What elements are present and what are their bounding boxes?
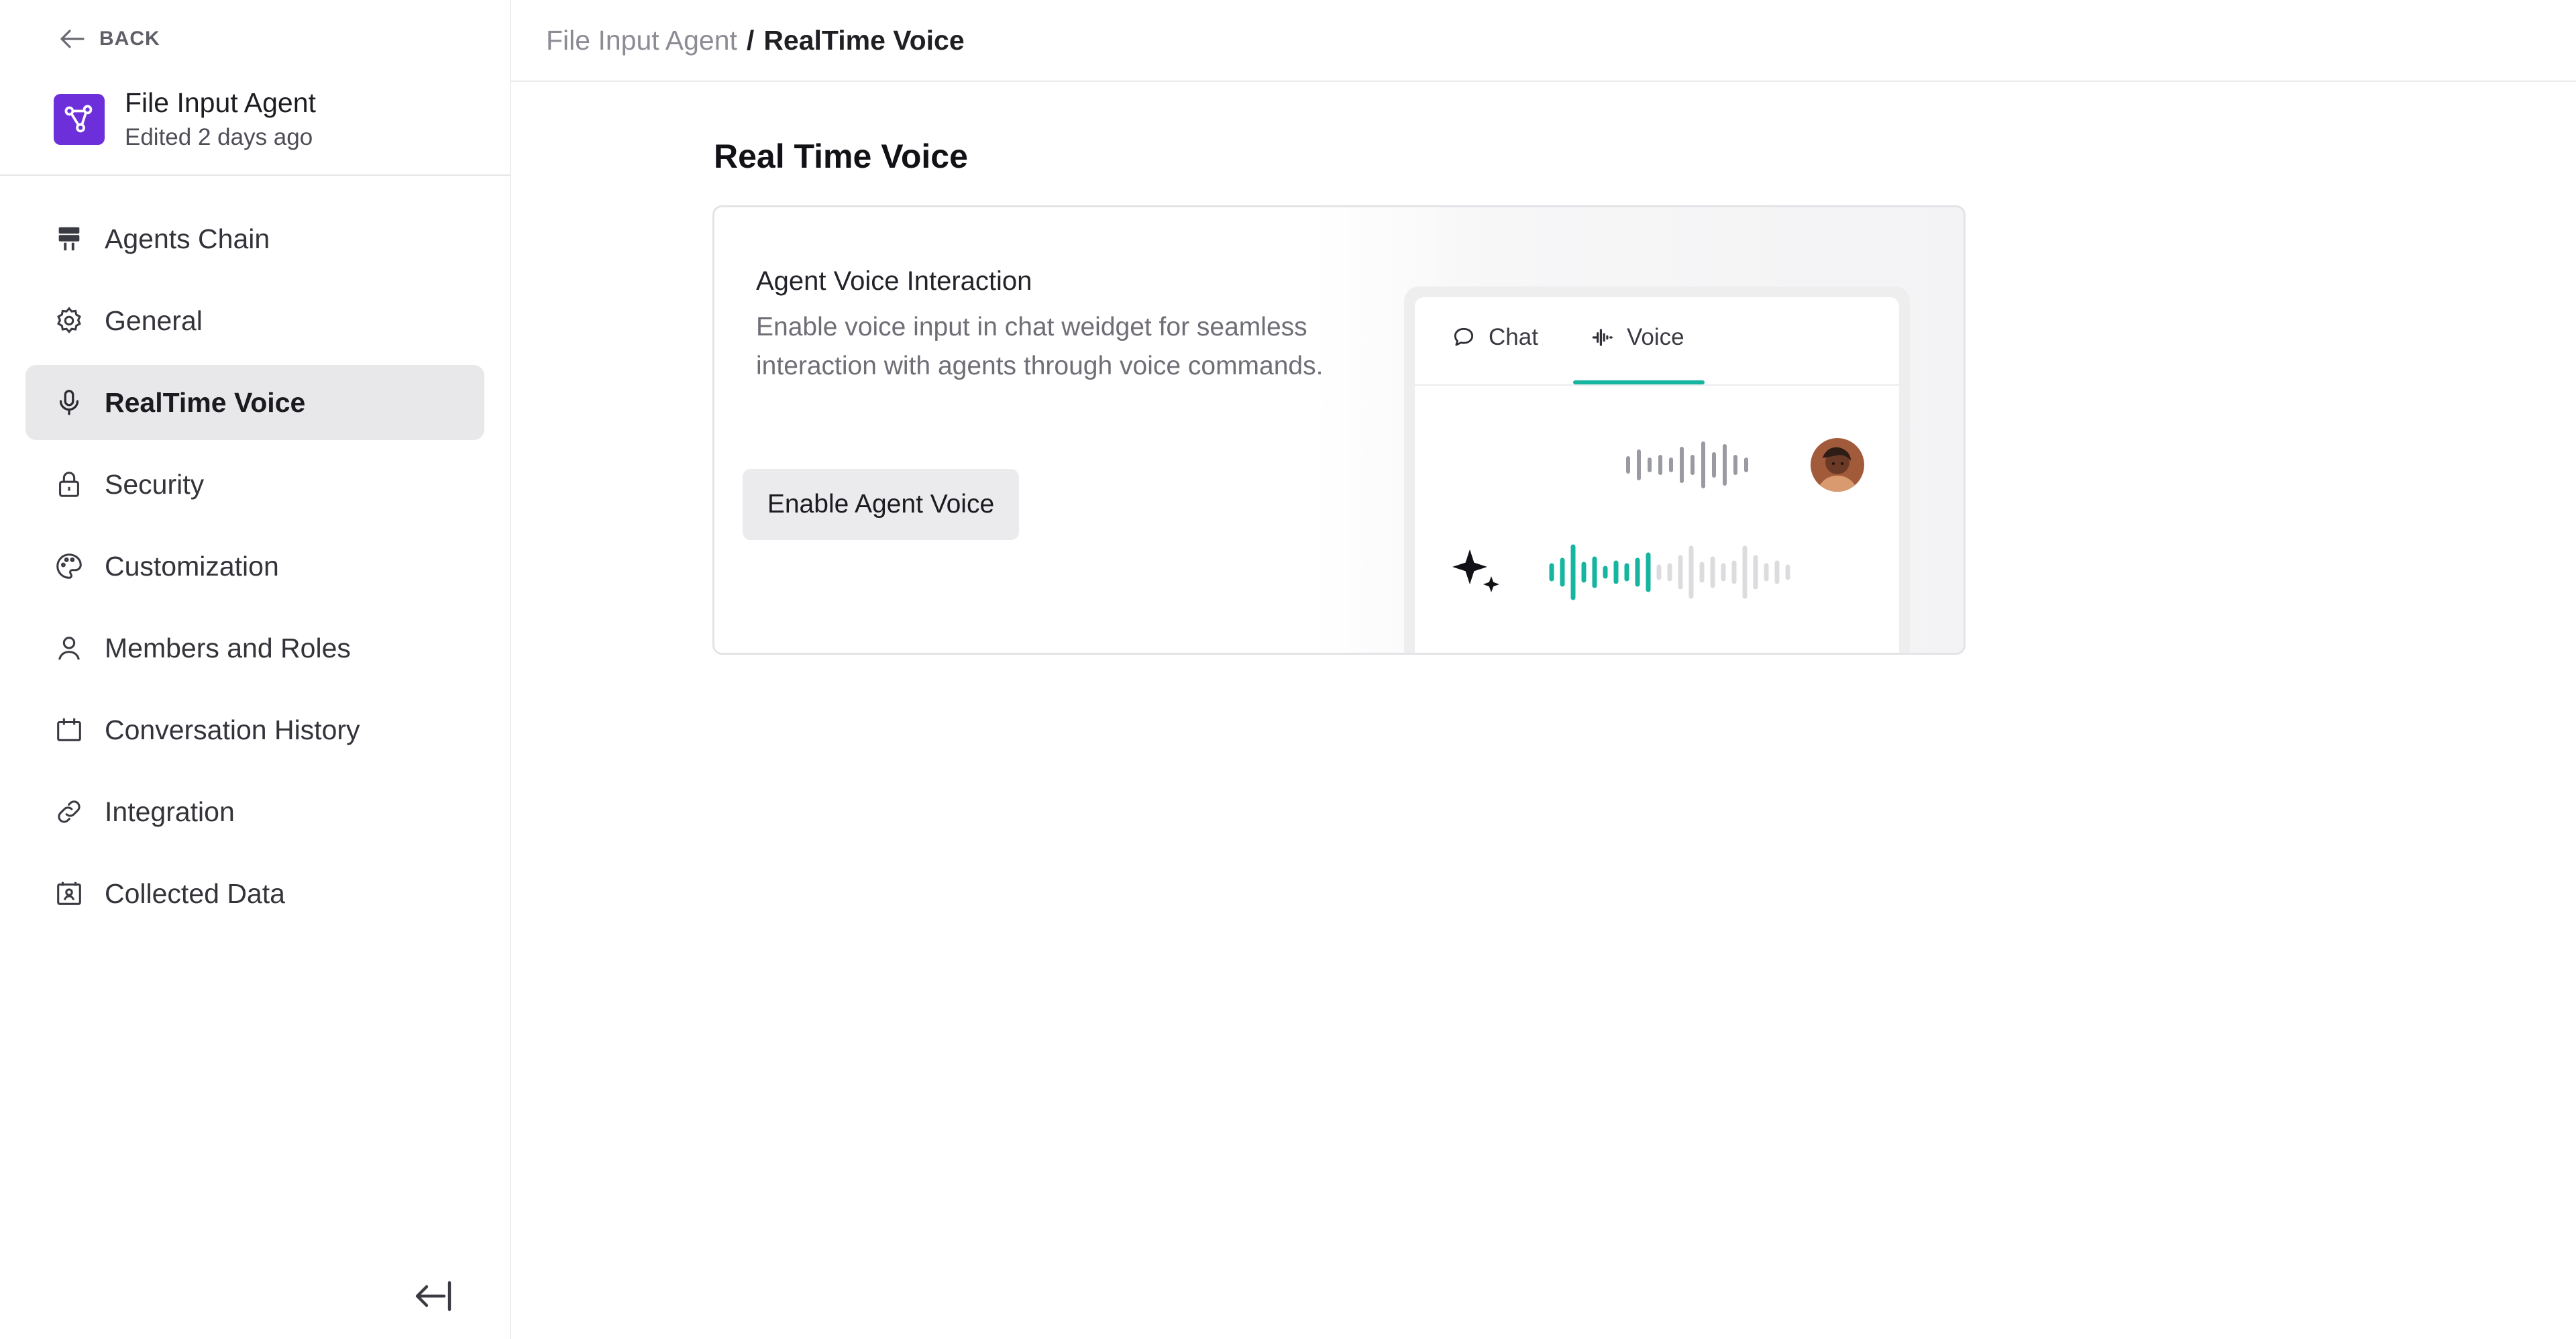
agent-header: File Input Agent Edited 2 days ago (54, 86, 316, 153)
arrow-left-icon (60, 30, 85, 48)
sidebar-item-collected-data[interactable]: Collected Data (25, 856, 484, 931)
widget-preview: Chat Voice (1415, 297, 1899, 653)
enable-agent-voice-button[interactable]: Enable Agent Voice (743, 469, 1019, 540)
user-avatar-image (1811, 438, 1864, 492)
sidebar-item-label: Conversation History (105, 714, 360, 745)
tab-voice[interactable]: Voice (1589, 324, 1684, 351)
sidebar-item-label: General (105, 305, 203, 336)
sidebar-item-label: Members and Roles (105, 632, 351, 663)
sidebar-item-agents-chain[interactable]: Agents Chain (25, 201, 484, 276)
card-description: Enable voice input in chat weidget for s… (756, 313, 1324, 380)
widget-tabs: Chat Voice (1415, 297, 1899, 386)
breadcrumb-parent[interactable]: File Input Agent (546, 25, 737, 56)
card-title: Agent Voice Interaction (756, 266, 1032, 296)
tab-label: Voice (1627, 324, 1684, 350)
voice-settings-card: Agent Voice Interaction Enable voice inp… (712, 205, 1966, 655)
collapse-left-icon (415, 1281, 451, 1311)
top-bar: File Input Agent / RealTime Voice (511, 0, 2576, 82)
palette-icon (56, 553, 82, 579)
sidebar-item-conversation-history[interactable]: Conversation History (25, 692, 484, 767)
agent-name: File Input Agent (125, 87, 316, 118)
back-label: BACK (99, 28, 160, 50)
agent-flow-icon (64, 105, 93, 133)
user-avatar (1811, 438, 1864, 492)
sidebar-item-label: Collected Data (105, 877, 285, 909)
sidebar-item-members-and-roles[interactable]: Members and Roles (25, 610, 484, 686)
microphone-icon (59, 390, 79, 415)
agent-edited: Edited 2 days ago (125, 124, 313, 150)
calendar-icon (57, 718, 81, 741)
tab-label: Chat (1489, 324, 1538, 350)
page-title: Real Time Voice (714, 138, 968, 175)
sidebar-item-realtime-voice[interactable]: RealTime Voice (25, 365, 484, 440)
link-icon (58, 800, 80, 823)
sidebar-item-label: Integration (105, 796, 235, 827)
breadcrumb-current: RealTime Voice (763, 24, 965, 56)
back-button[interactable]: BACK (56, 23, 160, 55)
breadcrumb-separator: / (746, 24, 755, 56)
user-icon (58, 637, 80, 660)
lock-icon (59, 472, 79, 497)
contact-card-icon (57, 881, 81, 905)
gear-icon (57, 307, 81, 334)
sidebar-item-customization[interactable]: Customization (25, 529, 484, 604)
sidebar-item-label: Security (105, 468, 205, 500)
sidebar-item-general[interactable]: General (25, 283, 484, 358)
breadcrumb: File Input Agent / RealTime Voice (546, 25, 965, 56)
collapse-sidebar-button[interactable] (412, 1277, 455, 1315)
sidebar-item-security[interactable]: Security (25, 447, 484, 522)
agent-voice-waveform (1549, 544, 1790, 600)
sidebar-item-label: RealTime Voice (105, 386, 306, 418)
voice-wave-icon (1592, 329, 1613, 346)
sidebar-item-label: Customization (105, 550, 279, 582)
sidebar-nav: Agents Chain General RealTime Voice Secu… (25, 201, 484, 938)
tab-chat[interactable]: Chat (1451, 324, 1538, 351)
sidebar-item-integration[interactable]: Integration (25, 774, 484, 849)
sidebar-divider (0, 174, 510, 176)
chat-bubble-icon (1454, 327, 1474, 346)
agent-logo (54, 94, 105, 145)
sidebar-item-label: Agents Chain (105, 223, 270, 254)
ai-sparkle-icon (1452, 549, 1499, 592)
user-voice-waveform (1626, 441, 1748, 488)
active-tab-indicator (1573, 380, 1705, 384)
sidebar: BACK File Input Agent Edited 2 days ago … (0, 0, 511, 1339)
agents-chain-icon (58, 227, 80, 251)
